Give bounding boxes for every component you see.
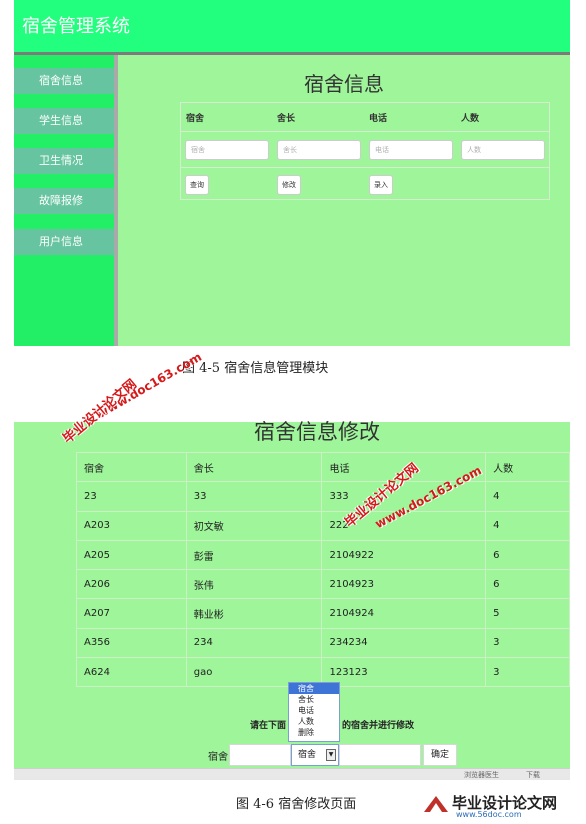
dropdown-option-dorm[interactable]: 宿舍 [289, 683, 339, 694]
table-cell: A206 [76, 569, 187, 600]
table-cell: 123123 [321, 657, 487, 688]
sidebar-item-dorm-info[interactable]: 宿舍信息 [14, 68, 114, 94]
sidebar-item-repair[interactable]: 故障报修 [14, 188, 114, 214]
dorm-info-screenshot: 宿舍管理系统 宿舍信息 学生信息 卫生情况 故障报修 用户信息 宿舍信息 宿舍 … [14, 0, 570, 346]
table-cell: 张伟 [185, 569, 323, 600]
table-cell: 2104923 [321, 569, 487, 600]
dropdown-option-phone[interactable]: 电话 [289, 705, 339, 716]
table-cell: A624 [76, 657, 187, 688]
page-title: 宿舍信息修改 [254, 420, 380, 444]
column-header-leader: 舍长 [277, 114, 296, 124]
table-header-row: 宿舍 舍长 电话 人数 [76, 451, 570, 483]
dorm-table: 宿舍 舍长 电话 人数 23 33 333 4 A203 初文敏 222 4 A… [76, 451, 570, 688]
caption-figure-4-5: 图 4-5 宿舍信息管理模块 [182, 361, 329, 376]
column-header-count: 人数 [461, 114, 480, 124]
table-row: A203 初文敏 222 4 [76, 510, 570, 541]
field-select[interactable]: 宿舍 ▼ [291, 744, 339, 766]
table-cell: 韩业彬 [185, 598, 323, 629]
table-row: 23 33 333 4 [76, 481, 570, 512]
table-cell: A207 [76, 598, 187, 629]
logo-url: www.56doc.com [456, 810, 522, 819]
confirm-button[interactable]: 确定 [423, 744, 457, 766]
table-header-dorm: 宿舍 [76, 451, 187, 483]
logo-icon [422, 792, 450, 816]
statusbar-download[interactable]: 下载 [526, 770, 540, 780]
leader-input[interactable]: 舍长 [277, 140, 361, 160]
column-header-phone: 电话 [369, 114, 388, 124]
table-cell: 33 [185, 481, 323, 512]
column-header-dorm: 宿舍 [186, 114, 205, 124]
table-cell: 2104924 [321, 598, 487, 629]
dorm-form: 宿舍 舍长 电话 人数 宿舍 舍长 电话 人数 查询 修改 录入 [180, 102, 550, 200]
table-cell: 彭雷 [185, 539, 323, 571]
table-cell: 6 [485, 539, 570, 571]
table-cell: 4 [485, 510, 570, 541]
table-cell: A205 [76, 539, 187, 571]
dropdown-option-count[interactable]: 人数 [289, 716, 339, 727]
table-cell: 3 [485, 627, 570, 659]
dorm-id-input[interactable] [229, 744, 291, 766]
table-cell: 234 [185, 627, 323, 659]
app-title: 宿舍管理系统 [22, 16, 130, 37]
sidebar-item-hygiene[interactable]: 卫生情况 [14, 148, 114, 174]
table-cell: A356 [76, 627, 187, 659]
app-header: 宿舍管理系统 [14, 0, 570, 52]
count-input[interactable]: 人数 [461, 140, 545, 160]
field-select-value: 宿舍 [298, 750, 317, 760]
table-cell: 234234 [321, 627, 487, 659]
chevron-down-icon[interactable]: ▼ [326, 749, 336, 761]
add-button[interactable]: 录入 [369, 175, 393, 195]
table-cell: 初文敏 [185, 510, 323, 541]
dropdown-option-leader[interactable]: 舍长 [289, 694, 339, 705]
caption-figure-4-6: 图 4-6 宿舍修改页面 [236, 797, 357, 812]
table-cell: 5 [485, 598, 570, 629]
dorm-input[interactable]: 宿舍 [185, 140, 269, 160]
statusbar-doctor[interactable]: 浏览器医生 [464, 770, 499, 780]
sidebar-item-user-info[interactable]: 用户信息 [14, 229, 114, 255]
sidebar: 宿舍信息 学生信息 卫生情况 故障报修 用户信息 [14, 55, 114, 346]
table-row: A205 彭雷 2104922 6 [76, 539, 570, 571]
table-cell: 2104922 [321, 539, 487, 571]
query-button[interactable]: 查询 [185, 175, 209, 195]
table-cell: 6 [485, 569, 570, 600]
table-cell: 23 [76, 481, 187, 512]
sidebar-item-student-info[interactable]: 学生信息 [14, 108, 114, 134]
page-title: 宿舍信息 [304, 72, 384, 96]
table-row: A356 234 234234 3 [76, 627, 570, 659]
sidebar-divider [114, 55, 118, 346]
browser-statusbar: 浏览器医生 下载 [14, 768, 570, 780]
row-divider [181, 131, 549, 132]
row-divider [181, 167, 549, 168]
table-header-count: 人数 [485, 451, 570, 483]
field-dropdown-list[interactable]: 宿舍 舍长 电话 人数 删除 [288, 682, 340, 742]
dorm-modify-screenshot: 宿舍信息修改 宿舍 舍长 电话 人数 23 33 333 4 A203 初文敏 … [14, 420, 570, 780]
table-header-leader: 舍长 [185, 451, 323, 483]
table-cell: 3 [485, 657, 570, 688]
instruction-right: 的宿舍并进行修改 [342, 721, 415, 731]
table-row: A207 韩业彬 2104924 5 [76, 598, 570, 629]
dropdown-option-delete[interactable]: 删除 [289, 727, 339, 738]
phone-input[interactable]: 电话 [369, 140, 453, 160]
instruction-left: 请在下面 [250, 721, 287, 731]
new-value-input[interactable] [339, 744, 421, 766]
modify-button[interactable]: 修改 [277, 175, 301, 195]
table-row: A206 张伟 2104923 6 [76, 569, 570, 600]
dorm-label: 宿舍 [208, 752, 228, 763]
table-cell: 4 [485, 481, 570, 512]
table-cell: A203 [76, 510, 187, 541]
